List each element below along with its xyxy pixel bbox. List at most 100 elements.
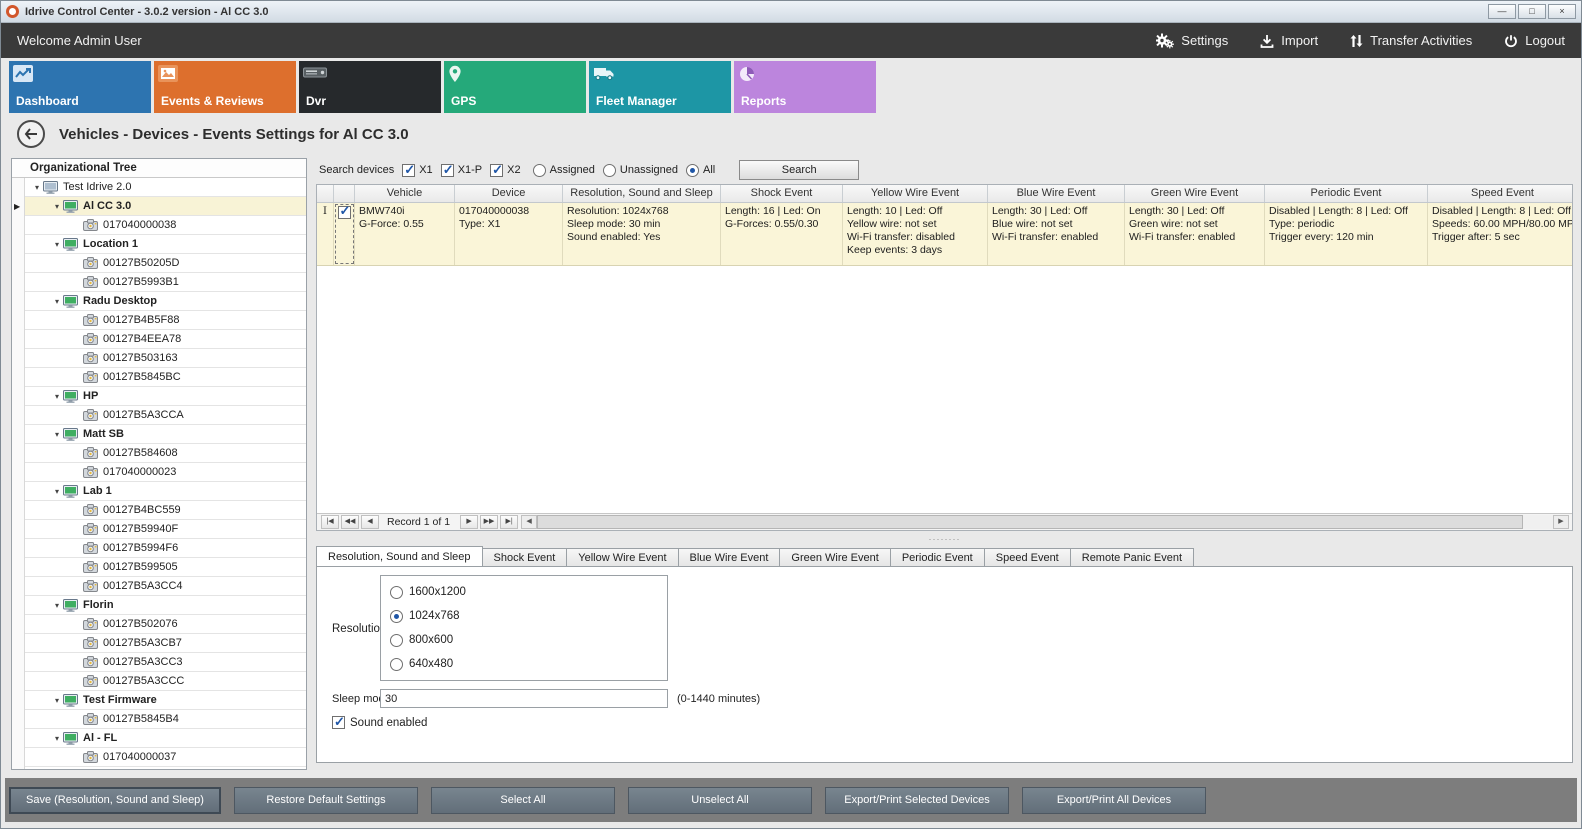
grid-column-header-shock-event[interactable]: Shock Event xyxy=(721,185,843,202)
tree-device-item[interactable]: 00127B5A3CC4 xyxy=(25,577,306,596)
nav-last-icon[interactable]: ▶| xyxy=(500,515,518,529)
tab-yellow-wire-event[interactable]: Yellow Wire Event xyxy=(566,548,678,567)
scrollbar-thumb[interactable] xyxy=(537,515,1522,529)
tree-device-item[interactable]: 00127B5994F6 xyxy=(25,539,306,558)
scroll-left-icon[interactable]: ◀ xyxy=(521,515,537,529)
tree-device-item[interactable]: 00127B5845BC xyxy=(25,368,306,387)
resolution-option-640x480[interactable]: 640x480 xyxy=(381,652,667,676)
footer-button-restore-default-settings[interactable]: Restore Default Settings xyxy=(234,787,418,814)
grid-column-header-periodic-event[interactable]: Periodic Event xyxy=(1265,185,1428,202)
nav-tab-reports[interactable]: Reports xyxy=(734,61,876,113)
close-button[interactable]: × xyxy=(1548,4,1576,19)
grid-column-header-resolution-sound-and-sleep[interactable]: Resolution, Sound and Sleep xyxy=(563,185,721,202)
scroll-right-icon[interactable]: ▶ xyxy=(1553,515,1569,529)
grid-column-header-speed-event[interactable]: Speed Event xyxy=(1428,185,1573,202)
tree-device-item[interactable]: 00127B4EEA78 xyxy=(25,330,306,349)
tree-device-item[interactable]: 00127B5A3CCA xyxy=(25,406,306,425)
tree-device-item[interactable]: 00127B50205D xyxy=(25,254,306,273)
tree-group-item[interactable]: ▾Radu Desktop xyxy=(25,292,306,311)
nav-next-page-icon[interactable]: ▶▶ xyxy=(480,515,498,529)
nav-tab-fleet-manager[interactable]: Fleet Manager xyxy=(589,61,731,113)
tree-device-item[interactable]: 00127B5A3CCC xyxy=(25,672,306,691)
expand-arrow-icon[interactable]: ▾ xyxy=(51,297,63,306)
tree-device-item[interactable]: 017040000038 xyxy=(25,216,306,235)
nav-first-icon[interactable]: |◀ xyxy=(321,515,339,529)
tree-group-item[interactable]: ▾Lab 1 xyxy=(25,482,306,501)
tree-device-item[interactable]: 00127B502076 xyxy=(25,615,306,634)
nav-tab-dashboard[interactable]: Dashboard xyxy=(9,61,151,113)
expand-arrow-icon[interactable]: ▾ xyxy=(51,240,63,249)
expand-arrow-icon[interactable]: ▾ xyxy=(51,601,63,610)
footer-button-export-print-selected-devices[interactable]: Export/Print Selected Devices xyxy=(825,787,1009,814)
tree-group-item[interactable]: ▾Al CC 3.0 xyxy=(25,197,306,216)
tree-group-item[interactable]: ▾Test Idrive 2.0 xyxy=(25,178,306,197)
expand-arrow-icon[interactable]: ▾ xyxy=(51,392,63,401)
resolution-option-1024x768[interactable]: 1024x768 xyxy=(381,604,667,628)
splitter[interactable]: ········ xyxy=(316,532,1573,545)
footer-button-save-resolution-sound-and-sleep[interactable]: Save (Resolution, Sound and Sleep) xyxy=(9,787,221,814)
tab-blue-wire-event[interactable]: Blue Wire Event xyxy=(678,548,781,567)
tree-device-item[interactable]: 00127B503163 xyxy=(25,349,306,368)
nav-next-icon[interactable]: ▶ xyxy=(460,515,478,529)
expand-arrow-icon[interactable]: ▾ xyxy=(31,183,43,192)
tree-device-item[interactable]: 00127B584608 xyxy=(25,444,306,463)
nav-prev-icon[interactable]: ◀ xyxy=(361,515,379,529)
sleep-mode-input[interactable] xyxy=(380,689,668,708)
expand-arrow-icon[interactable]: ▾ xyxy=(51,696,63,705)
filter-radio-assigned[interactable]: Assigned xyxy=(533,164,595,177)
action-import[interactable]: Import xyxy=(1260,33,1318,48)
grid-column-header-device[interactable]: Device xyxy=(455,185,563,202)
tree-device-item[interactable]: 00127B4BC559 xyxy=(25,501,306,520)
scrollbar-track[interactable] xyxy=(537,515,1553,529)
tab-green-wire-event[interactable]: Green Wire Event xyxy=(779,548,890,567)
row-checkbox-cell[interactable] xyxy=(334,203,355,265)
grid-column-header-yellow-wire-event[interactable]: Yellow Wire Event xyxy=(843,185,988,202)
tree-device-item[interactable]: 00127B5A3CB7 xyxy=(25,634,306,653)
expand-arrow-icon[interactable]: ▾ xyxy=(51,430,63,439)
nav-prev-page-icon[interactable]: ◀◀ xyxy=(341,515,359,529)
tree-device-item[interactable]: 00127B599505 xyxy=(25,558,306,577)
filter-checkbox-x1[interactable]: X1 xyxy=(402,164,432,177)
tab-periodic-event[interactable]: Periodic Event xyxy=(890,548,985,567)
filter-checkbox-x1-p[interactable]: X1-P xyxy=(441,164,482,177)
action-transfer-activities[interactable]: Transfer Activities xyxy=(1350,33,1472,48)
nav-tab-dvr[interactable]: Dvr xyxy=(299,61,441,113)
grid-horizontal-scrollbar[interactable]: ◀ ▶ xyxy=(521,515,1569,529)
grid-column-header-blue-wire-event[interactable]: Blue Wire Event xyxy=(988,185,1125,202)
tree-group-item[interactable]: ▾HP xyxy=(25,387,306,406)
tree-device-item[interactable]: 00127B4B5F88 xyxy=(25,311,306,330)
search-button[interactable]: Search xyxy=(739,160,859,180)
tree-device-item[interactable]: 00127B5A3CC3 xyxy=(25,653,306,672)
tree-device-item[interactable]: 00127B5993B1 xyxy=(25,273,306,292)
tree-group-item[interactable]: ▾Location 1 xyxy=(25,235,306,254)
expand-arrow-icon[interactable]: ▾ xyxy=(51,734,63,743)
tree-group-item[interactable]: ▾Test Firmware xyxy=(25,691,306,710)
grid-row[interactable]: IBMW740iG-Force: 0.55017040000038Type: X… xyxy=(317,203,1572,266)
sound-enabled-checkbox[interactable]: Sound enabled xyxy=(332,716,427,729)
tree-device-item[interactable]: 017040000023 xyxy=(25,463,306,482)
action-settings[interactable]: Settings xyxy=(1156,33,1228,49)
expand-arrow-icon[interactable]: ▾ xyxy=(51,202,63,211)
tree-device-item[interactable]: 00127B5845B4 xyxy=(25,710,306,729)
tab-resolution-sound-and-sleep[interactable]: Resolution, Sound and Sleep xyxy=(316,546,483,567)
filter-checkbox-x2[interactable]: X2 xyxy=(490,164,520,177)
tab-shock-event[interactable]: Shock Event xyxy=(482,548,568,567)
tree-group-item[interactable]: ▾Matt SB xyxy=(25,425,306,444)
tree-group-item[interactable]: ▾Florin xyxy=(25,596,306,615)
back-button[interactable] xyxy=(17,120,45,148)
tab-remote-panic-event[interactable]: Remote Panic Event xyxy=(1070,548,1194,567)
minimize-button[interactable]: — xyxy=(1488,4,1516,19)
maximize-button[interactable]: □ xyxy=(1518,4,1546,19)
filter-radio-all[interactable]: All xyxy=(686,164,715,177)
nav-tab-gps[interactable]: GPS xyxy=(444,61,586,113)
nav-tab-events-reviews[interactable]: Events & Reviews xyxy=(154,61,296,113)
footer-button-export-print-all-devices[interactable]: Export/Print All Devices xyxy=(1022,787,1206,814)
tab-speed-event[interactable]: Speed Event xyxy=(984,548,1071,567)
grid-column-header-green-wire-event[interactable]: Green Wire Event xyxy=(1125,185,1265,202)
resolution-option-800x600[interactable]: 800x600 xyxy=(381,628,667,652)
footer-button-unselect-all[interactable]: Unselect All xyxy=(628,787,812,814)
tree-device-item[interactable]: 00127B59940F xyxy=(25,520,306,539)
resolution-option-1600x1200[interactable]: 1600x1200 xyxy=(381,580,667,604)
tree-group-item[interactable]: ▾Al - FL xyxy=(25,729,306,748)
expand-arrow-icon[interactable]: ▾ xyxy=(51,487,63,496)
